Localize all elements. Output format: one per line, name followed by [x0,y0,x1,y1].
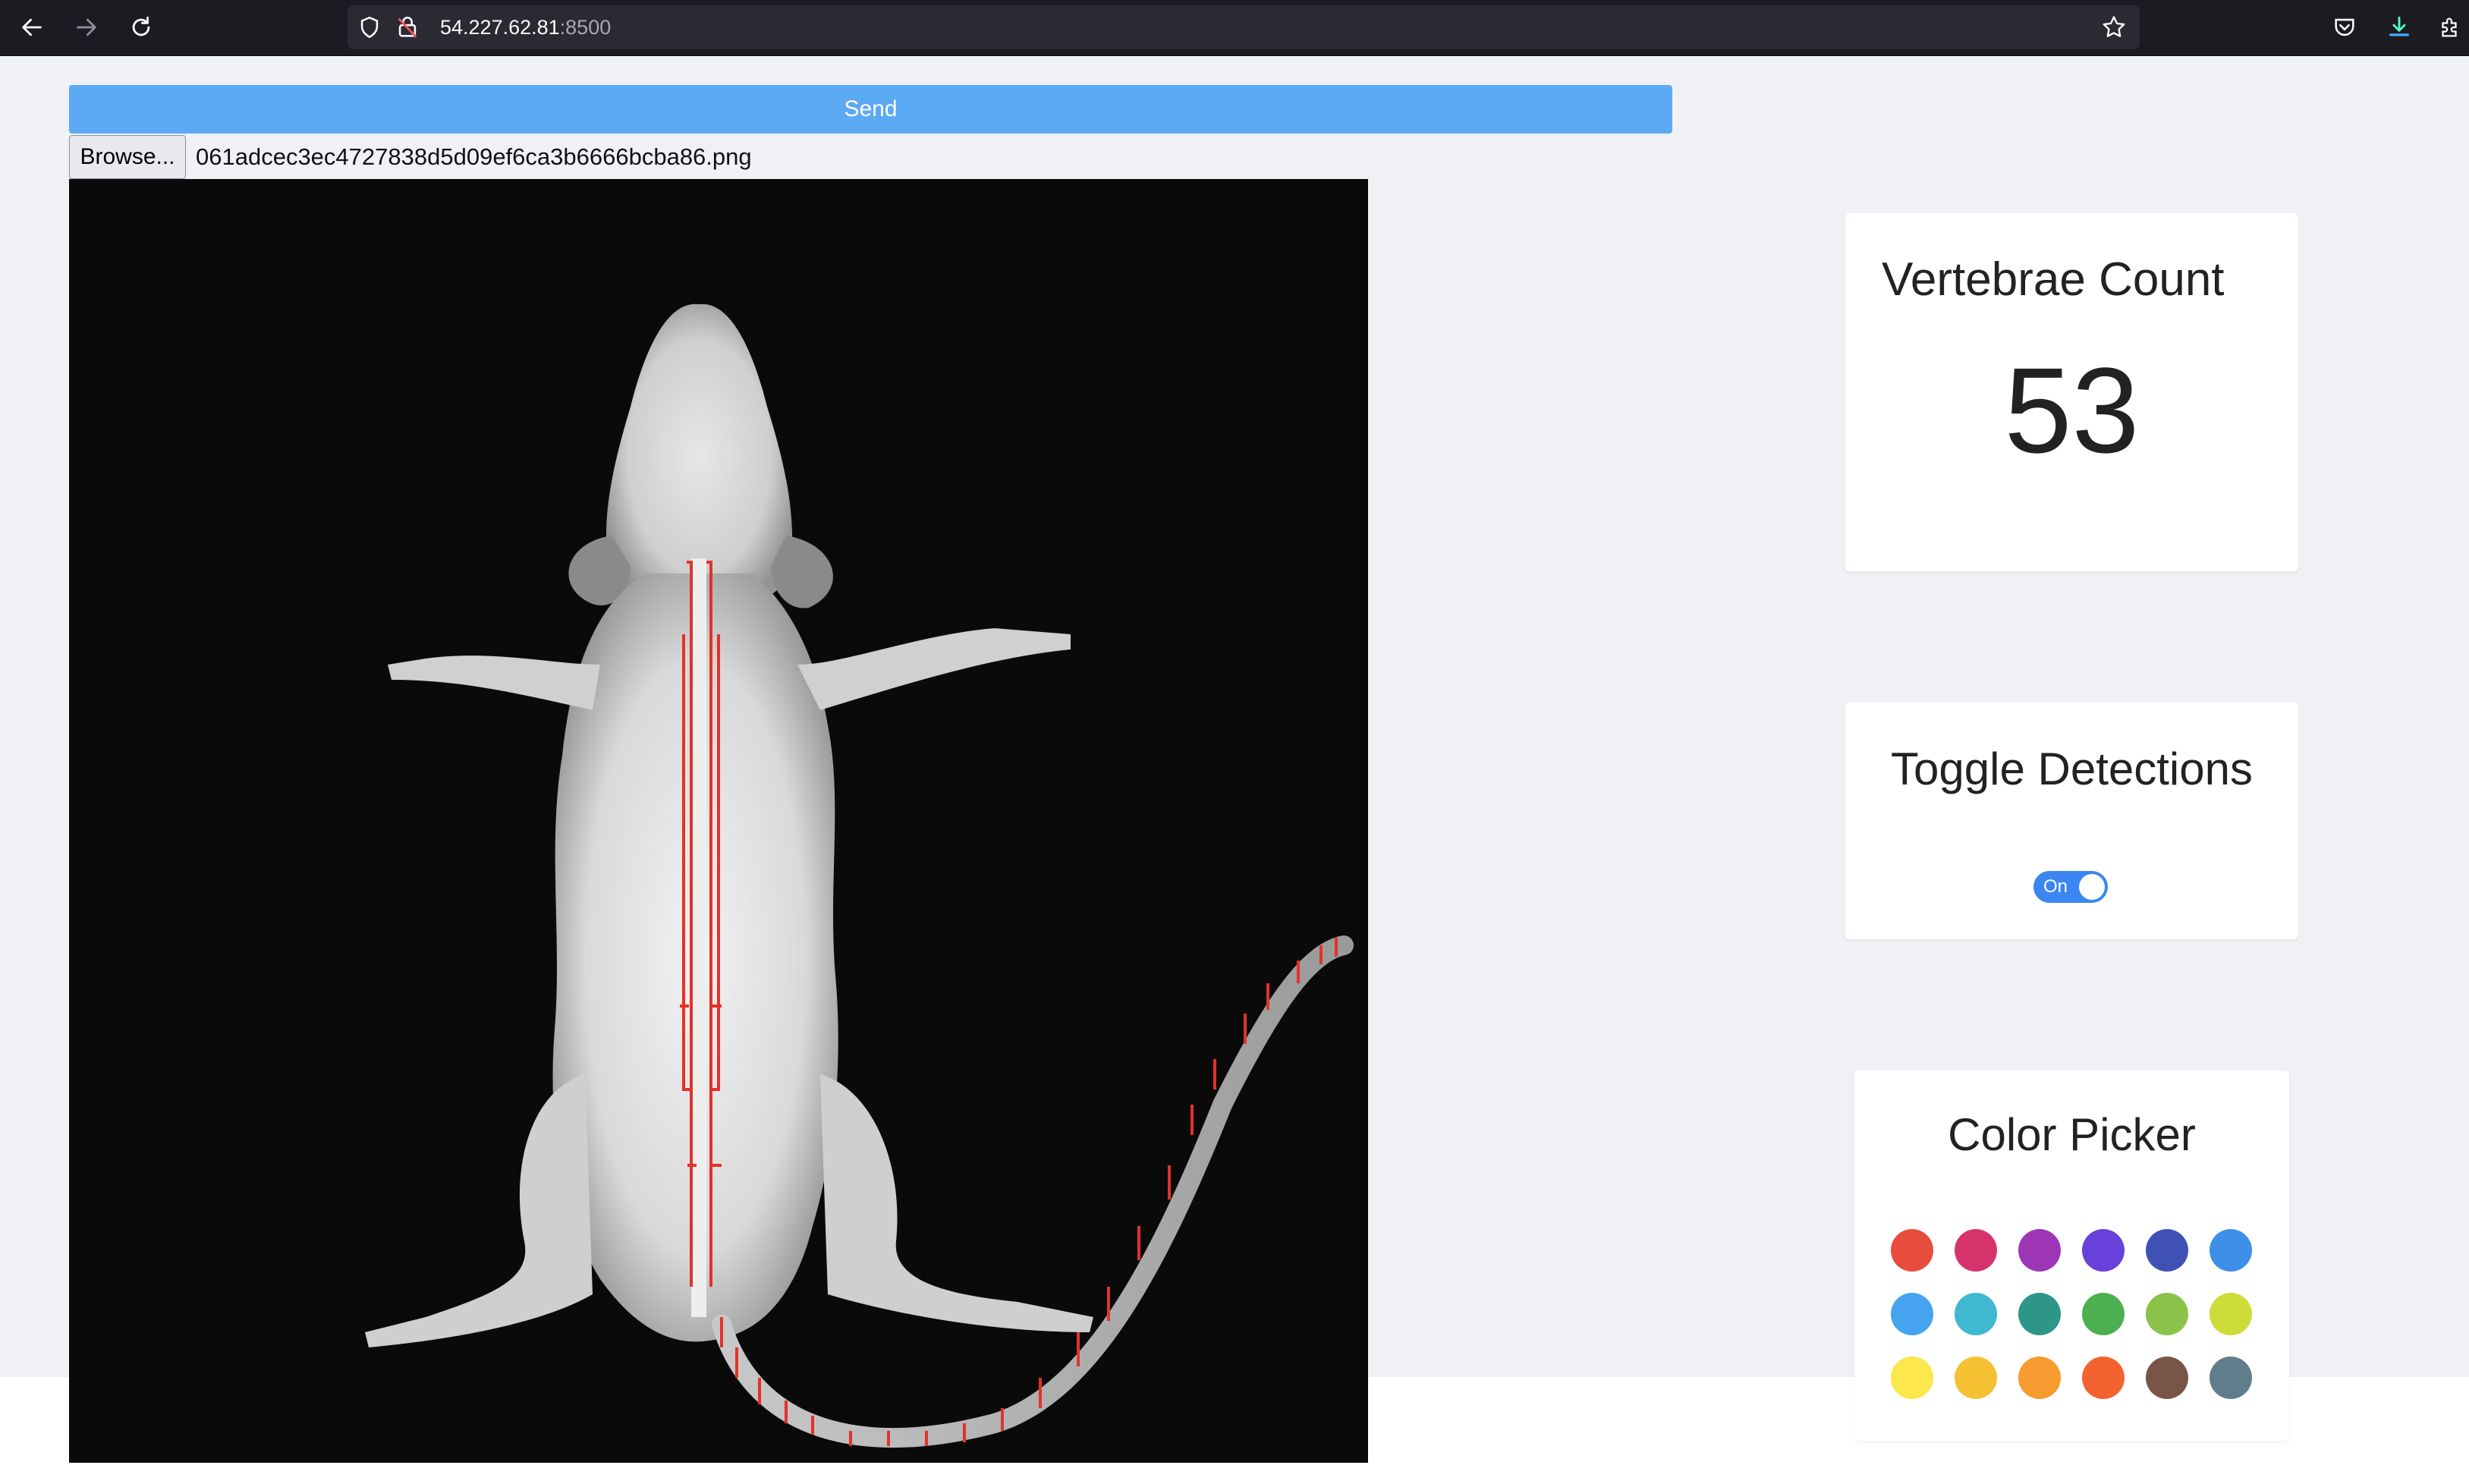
color-swatch[interactable] [1891,1293,1933,1335]
color-swatch[interactable] [1891,1357,1933,1399]
toggle-detections-title: Toggle Detections [1891,744,2253,794]
color-swatch[interactable] [2210,1229,2252,1272]
color-swatch[interactable] [2146,1229,2188,1272]
url-port: :8500 [559,16,612,39]
color-picker-title: Color Picker [1948,1109,2196,1160]
download-icon[interactable] [2379,8,2419,47]
color-swatch[interactable] [1955,1293,1997,1335]
color-swatch[interactable] [1955,1229,1997,1272]
color-swatch[interactable] [2210,1293,2252,1335]
reload-icon[interactable] [121,8,161,47]
color-swatch[interactable] [2018,1229,2061,1272]
color-swatch[interactable] [2146,1357,2188,1399]
back-arrow-icon[interactable] [12,8,52,47]
color-swatch[interactable] [2082,1229,2125,1272]
toggle-state-label: On [2043,876,2068,897]
selected-file-name: 061adcec3ec4727838d5d09ef6ca3b6666bcba86… [196,143,752,170]
color-swatch-grid [1891,1229,2267,1399]
detections-toggle-switch[interactable]: On [2033,871,2108,903]
browse-button[interactable]: Browse... [69,135,186,179]
bookmark-star-icon[interactable] [2100,14,2128,41]
url-text[interactable]: 54.227.62.81:8500 [440,5,611,49]
color-picker-card: Color Picker [1854,1071,2289,1441]
vertebrae-count-value: 53 [2004,342,2140,478]
send-button[interactable]: Send [69,85,1672,134]
color-swatch[interactable] [1955,1357,1997,1399]
extensions-icon[interactable] [2430,8,2469,47]
url-host: 54.227.62.81 [440,16,560,39]
forward-arrow-icon[interactable] [67,8,106,47]
color-swatch[interactable] [2082,1357,2125,1399]
shield-icon[interactable] [357,14,382,40]
pocket-icon[interactable] [2325,8,2364,47]
vertebrae-count-title: Vertebrae Count [1882,253,2225,306]
page-content: Send Browse... 061adcec3ec4727838d5d09ef… [0,57,2469,1484]
color-swatch[interactable] [2018,1293,2061,1335]
toggle-detections-card: Toggle Detections On [1845,703,2298,939]
color-swatch[interactable] [2146,1293,2188,1335]
toggle-knob [2079,874,2105,900]
browser-toolbar: 54.227.62.81:8500 [0,0,2469,56]
color-swatch[interactable] [2018,1357,2061,1399]
xray-image [69,179,1368,1463]
color-swatch[interactable] [2082,1293,2125,1335]
color-swatch[interactable] [2210,1357,2252,1399]
vertebrae-count-card: Vertebrae Count 53 [1845,213,2298,571]
lock-warning-icon[interactable] [395,14,420,40]
color-swatch[interactable] [1891,1229,1933,1272]
address-bar[interactable]: 54.227.62.81:8500 [348,5,2140,49]
